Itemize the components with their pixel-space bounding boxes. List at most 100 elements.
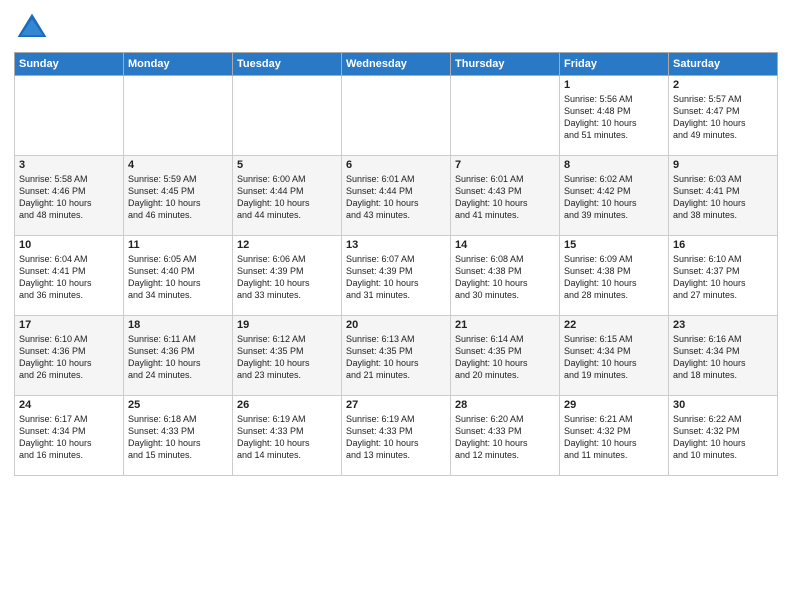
day-number: 3 bbox=[19, 159, 119, 171]
cell-content: Sunrise: 6:10 AM Sunset: 4:37 PM Dayligh… bbox=[673, 253, 773, 302]
calendar-cell: 25 Sunrise: 6:18 AM Sunset: 4:33 PM Dayli… bbox=[124, 396, 233, 476]
week-row-1: 1 Sunrise: 5:56 AM Sunset: 4:48 PM Daylig… bbox=[15, 76, 778, 156]
logo bbox=[14, 10, 54, 46]
cell-content: Sunrise: 6:22 AM Sunset: 4:32 PM Dayligh… bbox=[673, 413, 773, 462]
calendar-header-row: SundayMondayTuesdayWednesdayThursdayFrid… bbox=[15, 53, 778, 76]
day-number: 13 bbox=[346, 239, 446, 251]
cell-content: Sunrise: 6:01 AM Sunset: 4:44 PM Dayligh… bbox=[346, 173, 446, 222]
cell-content: Sunrise: 6:03 AM Sunset: 4:41 PM Dayligh… bbox=[673, 173, 773, 222]
day-number: 25 bbox=[128, 399, 228, 411]
day-number: 2 bbox=[673, 79, 773, 91]
cell-content: Sunrise: 6:11 AM Sunset: 4:36 PM Dayligh… bbox=[128, 333, 228, 382]
cell-content: Sunrise: 6:15 AM Sunset: 4:34 PM Dayligh… bbox=[564, 333, 664, 382]
cell-content: Sunrise: 6:13 AM Sunset: 4:35 PM Dayligh… bbox=[346, 333, 446, 382]
cell-content: Sunrise: 6:18 AM Sunset: 4:33 PM Dayligh… bbox=[128, 413, 228, 462]
cell-content: Sunrise: 5:58 AM Sunset: 4:46 PM Dayligh… bbox=[19, 173, 119, 222]
day-number: 12 bbox=[237, 239, 337, 251]
logo-icon bbox=[14, 10, 50, 46]
calendar-cell bbox=[124, 76, 233, 156]
day-number: 26 bbox=[237, 399, 337, 411]
calendar-cell: 6Sunrise: 6:01 AM Sunset: 4:44 PM Daylig… bbox=[342, 156, 451, 236]
day-number: 7 bbox=[455, 159, 555, 171]
col-header-thursday: Thursday bbox=[451, 53, 560, 76]
day-number: 15 bbox=[564, 239, 664, 251]
day-number: 19 bbox=[237, 319, 337, 331]
cell-content: Sunrise: 6:20 AM Sunset: 4:33 PM Dayligh… bbox=[455, 413, 555, 462]
calendar-table: SundayMondayTuesdayWednesdayThursdayFrid… bbox=[14, 52, 778, 476]
day-number: 21 bbox=[455, 319, 555, 331]
calendar-cell: 2 Sunrise: 5:57 AM Sunset: 4:47 PM Daylig… bbox=[669, 76, 778, 156]
cell-content: Sunrise: 5:59 AM Sunset: 4:45 PM Dayligh… bbox=[128, 173, 228, 222]
day-number: 29 bbox=[564, 399, 664, 411]
day-number: 28 bbox=[455, 399, 555, 411]
calendar-cell: 13 Sunrise: 6:07 AM Sunset: 4:39 PM Dayli… bbox=[342, 236, 451, 316]
day-number: 10 bbox=[19, 239, 119, 251]
calendar-cell bbox=[15, 76, 124, 156]
cell-content: Sunrise: 6:16 AM Sunset: 4:34 PM Dayligh… bbox=[673, 333, 773, 382]
calendar-cell: 17Sunrise: 6:10 AM Sunset: 4:36 PM Dayli… bbox=[15, 316, 124, 396]
calendar-cell: 24Sunrise: 6:17 AM Sunset: 4:34 PM Dayli… bbox=[15, 396, 124, 476]
cell-content: Sunrise: 6:21 AM Sunset: 4:32 PM Dayligh… bbox=[564, 413, 664, 462]
calendar-cell: 12 Sunrise: 6:06 AM Sunset: 4:39 PM Dayli… bbox=[233, 236, 342, 316]
col-header-sunday: Sunday bbox=[15, 53, 124, 76]
calendar-cell: 19 Sunrise: 6:12 AM Sunset: 4:35 PM Dayli… bbox=[233, 316, 342, 396]
day-number: 16 bbox=[673, 239, 773, 251]
cell-content: Sunrise: 6:01 AM Sunset: 4:43 PM Dayligh… bbox=[455, 173, 555, 222]
cell-content: Sunrise: 6:02 AM Sunset: 4:42 PM Dayligh… bbox=[564, 173, 664, 222]
day-number: 22 bbox=[564, 319, 664, 331]
calendar-cell: 29 Sunrise: 6:21 AM Sunset: 4:32 PM Dayli… bbox=[560, 396, 669, 476]
calendar-cell: 1 Sunrise: 5:56 AM Sunset: 4:48 PM Daylig… bbox=[560, 76, 669, 156]
col-header-wednesday: Wednesday bbox=[342, 53, 451, 76]
calendar-cell: 27 Sunrise: 6:19 AM Sunset: 4:33 PM Dayli… bbox=[342, 396, 451, 476]
calendar-cell bbox=[451, 76, 560, 156]
cell-content: Sunrise: 6:04 AM Sunset: 4:41 PM Dayligh… bbox=[19, 253, 119, 302]
cell-content: Sunrise: 6:06 AM Sunset: 4:39 PM Dayligh… bbox=[237, 253, 337, 302]
day-number: 14 bbox=[455, 239, 555, 251]
calendar-cell: 28 Sunrise: 6:20 AM Sunset: 4:33 PM Dayli… bbox=[451, 396, 560, 476]
cell-content: Sunrise: 6:10 AM Sunset: 4:36 PM Dayligh… bbox=[19, 333, 119, 382]
calendar-cell: 22 Sunrise: 6:15 AM Sunset: 4:34 PM Dayli… bbox=[560, 316, 669, 396]
cell-content: Sunrise: 5:56 AM Sunset: 4:48 PM Dayligh… bbox=[564, 93, 664, 142]
cell-content: Sunrise: 6:09 AM Sunset: 4:38 PM Dayligh… bbox=[564, 253, 664, 302]
calendar-cell: 30 Sunrise: 6:22 AM Sunset: 4:32 PM Dayli… bbox=[669, 396, 778, 476]
day-number: 23 bbox=[673, 319, 773, 331]
cell-content: Sunrise: 6:08 AM Sunset: 4:38 PM Dayligh… bbox=[455, 253, 555, 302]
cell-content: Sunrise: 6:07 AM Sunset: 4:39 PM Dayligh… bbox=[346, 253, 446, 302]
calendar-cell: 3 Sunrise: 5:58 AM Sunset: 4:46 PM Daylig… bbox=[15, 156, 124, 236]
cell-content: Sunrise: 6:00 AM Sunset: 4:44 PM Dayligh… bbox=[237, 173, 337, 222]
calendar-cell: 8 Sunrise: 6:02 AM Sunset: 4:42 PM Daylig… bbox=[560, 156, 669, 236]
calendar-cell bbox=[233, 76, 342, 156]
day-number: 1 bbox=[564, 79, 664, 91]
page: SundayMondayTuesdayWednesdayThursdayFrid… bbox=[0, 0, 792, 486]
day-number: 30 bbox=[673, 399, 773, 411]
day-number: 8 bbox=[564, 159, 664, 171]
calendar-cell: 14 Sunrise: 6:08 AM Sunset: 4:38 PM Dayli… bbox=[451, 236, 560, 316]
col-header-saturday: Saturday bbox=[669, 53, 778, 76]
cell-content: Sunrise: 5:57 AM Sunset: 4:47 PM Dayligh… bbox=[673, 93, 773, 142]
cell-content: Sunrise: 6:19 AM Sunset: 4:33 PM Dayligh… bbox=[346, 413, 446, 462]
col-header-monday: Monday bbox=[124, 53, 233, 76]
calendar-cell: 20 Sunrise: 6:13 AM Sunset: 4:35 PM Dayli… bbox=[342, 316, 451, 396]
day-number: 20 bbox=[346, 319, 446, 331]
day-number: 11 bbox=[128, 239, 228, 251]
day-number: 24 bbox=[19, 399, 119, 411]
day-number: 4 bbox=[128, 159, 228, 171]
week-row-3: 10 Sunrise: 6:04 AM Sunset: 4:41 PM Dayli… bbox=[15, 236, 778, 316]
cell-content: Sunrise: 6:19 AM Sunset: 4:33 PM Dayligh… bbox=[237, 413, 337, 462]
calendar-cell: 15 Sunrise: 6:09 AM Sunset: 4:38 PM Dayli… bbox=[560, 236, 669, 316]
calendar-cell bbox=[342, 76, 451, 156]
calendar-cell: 11 Sunrise: 6:05 AM Sunset: 4:40 PM Dayli… bbox=[124, 236, 233, 316]
day-number: 9 bbox=[673, 159, 773, 171]
day-number: 5 bbox=[237, 159, 337, 171]
cell-content: Sunrise: 6:14 AM Sunset: 4:35 PM Dayligh… bbox=[455, 333, 555, 382]
cell-content: Sunrise: 6:12 AM Sunset: 4:35 PM Dayligh… bbox=[237, 333, 337, 382]
day-number: 27 bbox=[346, 399, 446, 411]
col-header-friday: Friday bbox=[560, 53, 669, 76]
calendar-cell: 4 Sunrise: 5:59 AM Sunset: 4:45 PM Daylig… bbox=[124, 156, 233, 236]
col-header-tuesday: Tuesday bbox=[233, 53, 342, 76]
header bbox=[14, 10, 778, 46]
cell-content: Sunrise: 6:05 AM Sunset: 4:40 PM Dayligh… bbox=[128, 253, 228, 302]
calendar-cell: 16 Sunrise: 6:10 AM Sunset: 4:37 PM Dayli… bbox=[669, 236, 778, 316]
week-row-5: 24Sunrise: 6:17 AM Sunset: 4:34 PM Dayli… bbox=[15, 396, 778, 476]
calendar-cell: 21 Sunrise: 6:14 AM Sunset: 4:35 PM Dayli… bbox=[451, 316, 560, 396]
